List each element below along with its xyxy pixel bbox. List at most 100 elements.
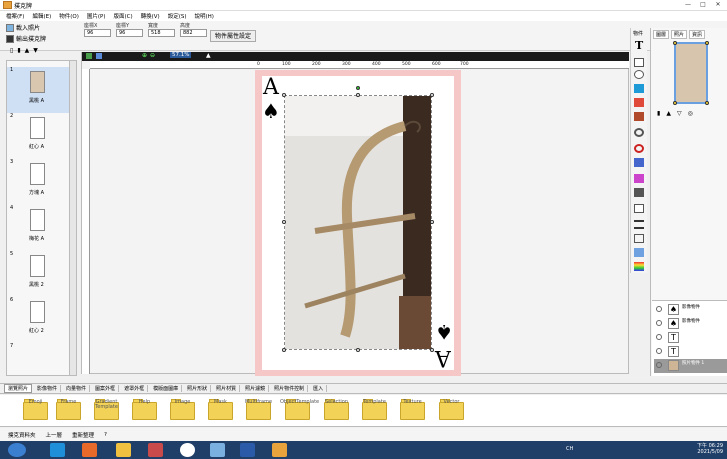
- resize-handle[interactable]: [356, 93, 360, 97]
- resize-handle[interactable]: [430, 93, 434, 97]
- rotate-handle[interactable]: [356, 86, 360, 90]
- menu-settings[interactable]: 設定(S): [168, 12, 187, 20]
- slide-thumb-4[interactable]: 4 梅花 A: [7, 205, 69, 251]
- minimize-button[interactable]: —: [681, 0, 695, 9]
- resize-handle[interactable]: [430, 348, 434, 352]
- menu-edit[interactable]: 編輯(E): [32, 12, 51, 20]
- folder-gradient-template[interactable]: Gradient Template: [93, 398, 120, 422]
- badge-tool-icon[interactable]: [634, 70, 644, 79]
- down-arrow-icon[interactable]: ▽: [677, 110, 682, 117]
- folder-template[interactable]: Template: [361, 398, 388, 422]
- poker-taskbar-icon[interactable]: [272, 443, 287, 457]
- shapes-tool-icon[interactable]: [634, 248, 644, 257]
- ruler-tool-icon[interactable]: [634, 158, 644, 167]
- menu-picture[interactable]: 圖片(P): [87, 12, 106, 20]
- app-taskbar-icon[interactable]: [210, 443, 225, 457]
- tab-browse-photos[interactable]: 瀏覽照片: [4, 384, 33, 393]
- folder-selection[interactable]: Selection: [323, 398, 350, 422]
- tab-photo-object-control[interactable]: 照片物件控制: [271, 385, 309, 392]
- tab-photo-textures[interactable]: 照片材質: [213, 385, 241, 392]
- trash-icon[interactable]: ▮: [17, 47, 20, 54]
- menu-convert[interactable]: 轉換(V): [141, 12, 160, 20]
- menu-help[interactable]: 說明(H): [194, 12, 213, 20]
- language-indicator[interactable]: CH: [566, 446, 573, 452]
- image-tool-icon[interactable]: [634, 58, 644, 67]
- tab-import[interactable]: 匯入: [310, 385, 328, 392]
- card-suit-bottom[interactable]: ♠: [435, 320, 453, 344]
- slide-thumb-1[interactable]: 1 黑桃 A: [7, 67, 69, 113]
- tab-layers[interactable]: 圖層: [653, 30, 670, 39]
- folder-vector[interactable]: Vector: [438, 398, 465, 422]
- tab-template-gallery[interactable]: 模版面圖庫: [150, 385, 183, 392]
- fit-icon[interactable]: [86, 53, 92, 59]
- help-button[interactable]: ?: [104, 432, 107, 438]
- folder-multiframe[interactable]: Multiframe: [245, 398, 272, 422]
- media-taskbar-icon[interactable]: [82, 443, 97, 457]
- folder-texture[interactable]: Texture: [399, 398, 426, 422]
- layers-tool-icon[interactable]: [634, 112, 644, 121]
- magnifier-icon[interactable]: [634, 128, 644, 137]
- card-suit-top[interactable]: ♠: [262, 101, 280, 121]
- folder-image[interactable]: Image: [169, 398, 196, 422]
- close-button[interactable]: ✕: [711, 0, 725, 9]
- layer-item-selected[interactable]: 照片物件 1: [654, 359, 727, 373]
- folder-frame[interactable]: Frame: [55, 398, 82, 422]
- resize-handle[interactable]: [430, 220, 434, 224]
- ie-taskbar-icon[interactable]: [50, 443, 65, 457]
- trash-icon[interactable]: ▮: [657, 110, 660, 117]
- app-taskbar-icon[interactable]: [148, 443, 163, 457]
- start-button[interactable]: [8, 443, 26, 457]
- speech-bubble-icon[interactable]: [634, 204, 644, 213]
- menu-file[interactable]: 檔案(F): [6, 12, 24, 20]
- calendar-icon[interactable]: [634, 188, 644, 197]
- tab-image-objects[interactable]: 影像物件: [34, 385, 62, 392]
- system-clock[interactable]: 下午 06:29 2021/5/09: [697, 443, 723, 455]
- height-input[interactable]: 882: [180, 29, 207, 37]
- layer-item[interactable]: ♠ 影像物件: [654, 317, 727, 331]
- x-input[interactable]: 96: [84, 29, 111, 37]
- paint-tool-icon[interactable]: [634, 174, 644, 183]
- new-page-icon[interactable]: ▯: [10, 47, 13, 54]
- resize-handle[interactable]: [282, 348, 286, 352]
- layer-item[interactable]: T: [654, 345, 727, 359]
- resource-folder-button[interactable]: 撲克資料夾: [8, 431, 36, 439]
- gradient-tool-icon[interactable]: [634, 98, 644, 107]
- folder-help[interactable]: Help: [131, 398, 158, 422]
- resize-handle[interactable]: [356, 348, 360, 352]
- color-tool-icon[interactable]: [634, 262, 644, 271]
- up-arrow-icon[interactable]: ▲: [666, 110, 671, 117]
- resize-handle[interactable]: [282, 93, 286, 97]
- slide-thumb-7[interactable]: 7: [7, 343, 69, 373]
- tab-photo[interactable]: 照片: [671, 30, 688, 39]
- export-card-button[interactable]: 輸出撲克牌: [6, 34, 46, 43]
- menu-layout[interactable]: 版面(C): [113, 12, 132, 20]
- maximize-button[interactable]: □: [696, 0, 710, 9]
- layer-item[interactable]: ♠ 影像物件: [654, 303, 727, 317]
- up-arrow-icon[interactable]: ▲: [25, 47, 30, 54]
- resize-handle[interactable]: [282, 220, 286, 224]
- tab-mask-frames[interactable]: 遮罩外框: [121, 385, 149, 392]
- fill-tool-icon[interactable]: [634, 84, 644, 93]
- align-icon[interactable]: [634, 220, 644, 229]
- sidebar-scrollbar[interactable]: [69, 61, 76, 375]
- zoom-out-icon[interactable]: ⊖: [150, 52, 155, 59]
- folder-mask[interactable]: Mask: [207, 398, 234, 422]
- up-level-button[interactable]: 上一層: [46, 431, 63, 439]
- merge-icon[interactable]: ◎: [688, 110, 693, 117]
- image-icon[interactable]: [96, 53, 102, 59]
- object-attr-button[interactable]: 物件屬性設定: [210, 30, 257, 42]
- import-photo-button[interactable]: 載入照片: [6, 23, 40, 32]
- layer-item[interactable]: T: [654, 331, 727, 345]
- folder-object-template[interactable]: ObjectTemplate: [280, 398, 319, 422]
- refresh-button[interactable]: 重新整理: [72, 431, 94, 439]
- eye-icon[interactable]: [656, 362, 662, 368]
- tab-info[interactable]: 資訊: [689, 30, 706, 39]
- tab-photo-filters[interactable]: 照片濾鏡: [242, 385, 270, 392]
- eye-icon[interactable]: [656, 306, 662, 312]
- card-rank-bottom[interactable]: A: [435, 345, 451, 370]
- eye-icon[interactable]: [656, 320, 662, 326]
- folder-emoji[interactable]: Emoji: [22, 398, 49, 422]
- slide-thumb-5[interactable]: 5 黑桃 2: [7, 251, 69, 297]
- chrome-taskbar-icon[interactable]: [180, 443, 195, 457]
- tab-shape-frames[interactable]: 圖案外框: [92, 385, 120, 392]
